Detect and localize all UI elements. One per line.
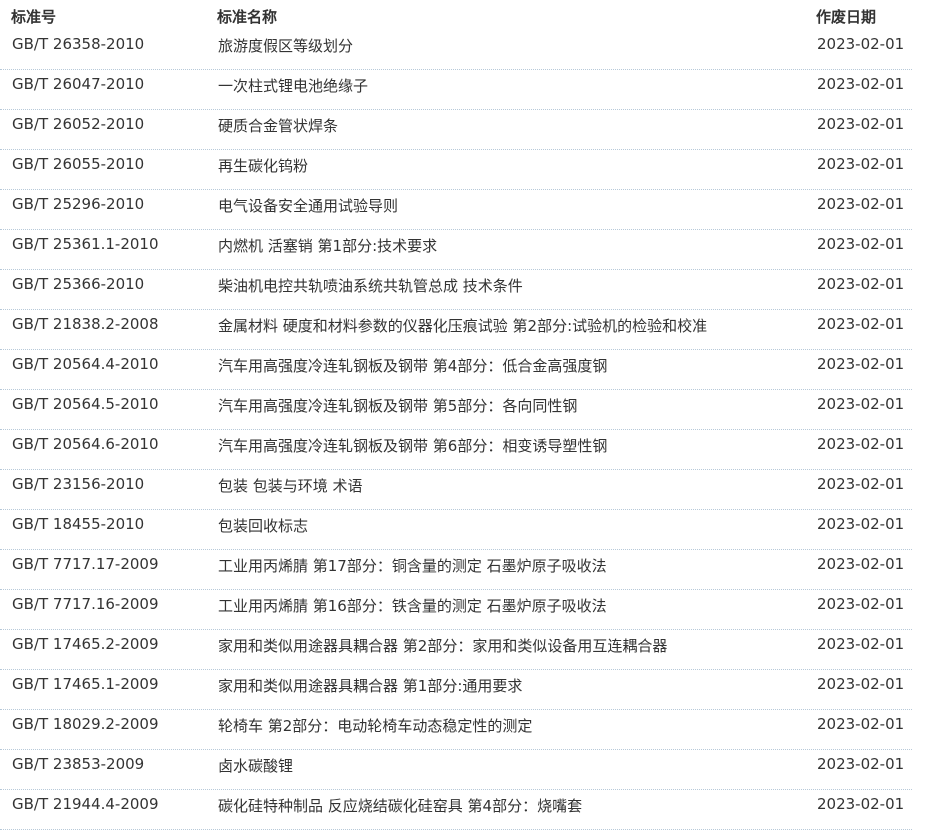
standard-name-link[interactable]: 再生碳化钨粉 [218, 155, 308, 176]
abolish-date: 2023-02-01 [817, 235, 905, 253]
table-row[interactable]: GB/T 18029.2-2009 轮椅车 第2部分：电动轮椅车动态稳定性的测定… [0, 710, 912, 750]
standard-number: GB/T 26047-2010 [12, 75, 145, 93]
table-row[interactable]: GB/T 7717.17-2009 工业用丙烯腈 第17部分：铜含量的测定 石墨… [0, 550, 912, 590]
header-standard-name: 标准名称 [217, 8, 278, 26]
standard-name-link[interactable]: 碳化硅特种制品 反应烧结碳化硅窑具 第4部分：烧嘴套 [218, 795, 582, 816]
table-row[interactable]: GB/T 20564.4-2010 汽车用高强度冷连轧钢板及钢带 第4部分：低合… [0, 350, 912, 390]
standard-number: GB/T 20564.5-2010 [12, 395, 159, 413]
standard-number: GB/T 18029.2-2009 [12, 715, 159, 733]
standard-name-link[interactable]: 汽车用高强度冷连轧钢板及钢带 第4部分：低合金高强度钢 [218, 355, 607, 376]
standard-number: GB/T 20564.6-2010 [12, 435, 159, 453]
standard-number: GB/T 23853-2009 [12, 755, 145, 773]
abolish-date: 2023-02-01 [817, 195, 905, 213]
table-row[interactable]: GB/T 26358-2010 旅游度假区等级划分 2023-02-01 [0, 30, 912, 70]
table-row[interactable]: GB/T 20564.5-2010 汽车用高强度冷连轧钢板及钢带 第5部分：各向… [0, 390, 912, 430]
standard-name-link[interactable]: 卤水碳酸锂 [218, 755, 293, 776]
table-row[interactable]: GB/T 18455-2010 包装回收标志 2023-02-01 [0, 510, 912, 550]
standard-number: GB/T 26052-2010 [12, 115, 145, 133]
abolish-date: 2023-02-01 [817, 75, 905, 93]
standard-name-link[interactable]: 家用和类似用途器具耦合器 第1部分:通用要求 [218, 675, 522, 696]
standard-name-link[interactable]: 工业用丙烯腈 第17部分：铜含量的测定 石墨炉原子吸收法 [218, 555, 607, 576]
standard-name-link[interactable]: 一次柱式锂电池绝缘子 [218, 75, 368, 96]
table-row[interactable]: GB/T 26047-2010 一次柱式锂电池绝缘子 2023-02-01 [0, 70, 912, 110]
table-row[interactable]: GB/T 17465.2-2009 家用和类似用途器具耦合器 第2部分：家用和类… [0, 630, 912, 670]
abolish-date: 2023-02-01 [817, 275, 905, 293]
standard-name-link[interactable]: 家用和类似用途器具耦合器 第2部分：家用和类似设备用互连耦合器 [218, 635, 667, 656]
standard-number: GB/T 21838.2-2008 [12, 315, 159, 333]
abolish-date: 2023-02-01 [817, 795, 905, 813]
table-row[interactable]: GB/T 23156-2010 包装 包装与环境 术语 2023-02-01 [0, 470, 912, 510]
standards-table: 标准号 标准名称 作废日期 GB/T 26358-2010 旅游度假区等级划分 … [0, 0, 912, 830]
standard-number: GB/T 18455-2010 [12, 515, 145, 533]
standard-number: GB/T 7717.17-2009 [12, 555, 159, 573]
standard-name-link[interactable]: 工业用丙烯腈 第16部分：铁含量的测定 石墨炉原子吸收法 [218, 595, 607, 616]
standard-name-link[interactable]: 汽车用高强度冷连轧钢板及钢带 第5部分：各向同性钢 [218, 395, 577, 416]
standard-number: GB/T 7717.16-2009 [12, 595, 159, 613]
standard-name-link[interactable]: 内燃机 活塞销 第1部分:技术要求 [218, 235, 437, 256]
table-row[interactable]: GB/T 25366-2010 柴油机电控共轨喷油系统共轨管总成 技术条件 20… [0, 270, 912, 310]
abolish-date: 2023-02-01 [817, 595, 905, 613]
standard-name-link[interactable]: 包装 包装与环境 术语 [218, 475, 363, 496]
abolish-date: 2023-02-01 [817, 755, 905, 773]
standard-name-link[interactable]: 包装回收标志 [218, 515, 308, 536]
standard-name-link[interactable]: 电气设备安全通用试验导则 [218, 195, 398, 216]
table-row[interactable]: GB/T 26052-2010 硬质合金管状焊条 2023-02-01 [0, 110, 912, 150]
standard-number: GB/T 26055-2010 [12, 155, 145, 173]
table-row[interactable]: GB/T 17465.1-2009 家用和类似用途器具耦合器 第1部分:通用要求… [0, 670, 912, 710]
standard-number: GB/T 17465.2-2009 [12, 635, 159, 653]
abolish-date: 2023-02-01 [817, 715, 905, 733]
table-row[interactable]: GB/T 7717.16-2009 工业用丙烯腈 第16部分：铁含量的测定 石墨… [0, 590, 912, 630]
table-row[interactable]: GB/T 21944.4-2009 碳化硅特种制品 反应烧结碳化硅窑具 第4部分… [0, 790, 912, 830]
standard-name-link[interactable]: 轮椅车 第2部分：电动轮椅车动态稳定性的测定 [218, 715, 532, 736]
standard-number: GB/T 26358-2010 [12, 35, 145, 53]
table-row[interactable]: GB/T 25361.1-2010 内燃机 活塞销 第1部分:技术要求 2023… [0, 230, 912, 270]
abolish-date: 2023-02-01 [817, 475, 905, 493]
standard-number: GB/T 25366-2010 [12, 275, 145, 293]
table-row[interactable]: GB/T 20564.6-2010 汽车用高强度冷连轧钢板及钢带 第6部分：相变… [0, 430, 912, 470]
header-standard-number: 标准号 [11, 8, 57, 26]
standard-number: GB/T 25361.1-2010 [12, 235, 159, 253]
standard-number: GB/T 25296-2010 [12, 195, 145, 213]
abolish-date: 2023-02-01 [817, 155, 905, 173]
abolish-date: 2023-02-01 [817, 635, 905, 653]
standard-number: GB/T 17465.1-2009 [12, 675, 159, 693]
table-row[interactable]: GB/T 25296-2010 电气设备安全通用试验导则 2023-02-01 [0, 190, 912, 230]
standard-name-link[interactable]: 金属材料 硬度和材料参数的仪器化压痕试验 第2部分:试验机的检验和校准 [218, 315, 707, 336]
table-row[interactable]: GB/T 26055-2010 再生碳化钨粉 2023-02-01 [0, 150, 912, 190]
abolish-date: 2023-02-01 [817, 435, 905, 453]
abolish-date: 2023-02-01 [817, 395, 905, 413]
abolish-date: 2023-02-01 [817, 315, 905, 333]
abolish-date: 2023-02-01 [817, 35, 905, 53]
table-row[interactable]: GB/T 23853-2009 卤水碳酸锂 2023-02-01 [0, 750, 912, 790]
table-header: 标准号 标准名称 作废日期 [0, 0, 912, 30]
abolish-date: 2023-02-01 [817, 675, 905, 693]
standard-name-link[interactable]: 旅游度假区等级划分 [218, 35, 353, 56]
standard-name-link[interactable]: 柴油机电控共轨喷油系统共轨管总成 技术条件 [218, 275, 523, 296]
table-row[interactable]: GB/T 21838.2-2008 金属材料 硬度和材料参数的仪器化压痕试验 第… [0, 310, 912, 350]
abolish-date: 2023-02-01 [817, 515, 905, 533]
header-abolish-date: 作废日期 [816, 8, 877, 26]
abolish-date: 2023-02-01 [817, 115, 905, 133]
abolish-date: 2023-02-01 [817, 555, 905, 573]
standard-name-link[interactable]: 硬质合金管状焊条 [218, 115, 338, 136]
standard-number: GB/T 21944.4-2009 [12, 795, 159, 813]
standard-number: GB/T 23156-2010 [12, 475, 145, 493]
abolish-date: 2023-02-01 [817, 355, 905, 373]
standard-number: GB/T 20564.4-2010 [12, 355, 159, 373]
standard-name-link[interactable]: 汽车用高强度冷连轧钢板及钢带 第6部分：相变诱导塑性钢 [218, 435, 607, 456]
